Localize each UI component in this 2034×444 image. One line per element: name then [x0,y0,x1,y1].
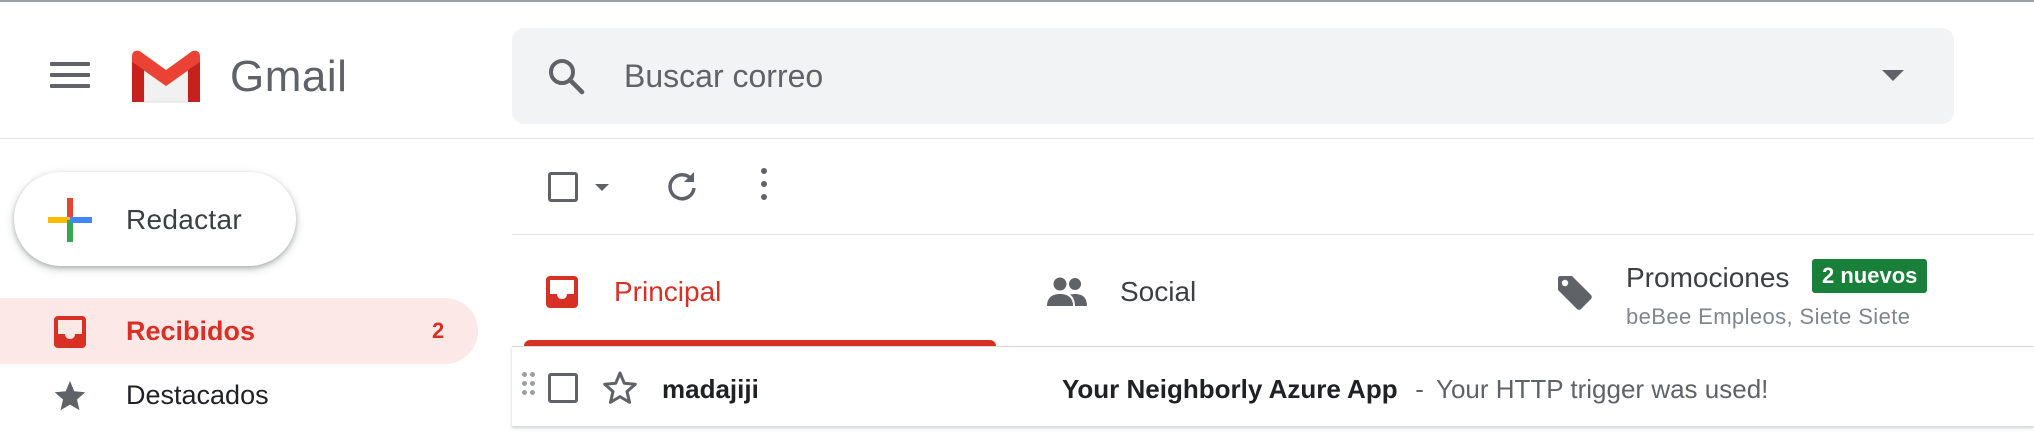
toolbar-divider [512,234,2034,235]
dot [530,372,535,377]
new-count-badge: 2 nuevos [1812,259,1928,293]
select-all-checkbox[interactable] [548,172,578,202]
email-checkbox[interactable] [548,373,578,403]
tab-label: Principal [614,276,722,307]
star-icon [54,381,86,411]
dot [522,372,527,377]
email-subject: Your Neighborly Azure App [1062,374,1398,404]
menu-icon-bar [50,73,90,77]
email-sender: madajiji [662,374,759,404]
dot [761,181,767,187]
select-options-caret-icon[interactable] [595,184,609,191]
dot [530,381,535,386]
inbox-icon [54,316,86,348]
email-snippet: Your HTTP trigger was used! [1436,374,1769,404]
star-icon[interactable] [602,370,638,406]
menu-icon-bar [50,84,90,88]
tab-label: Promociones [1626,262,1790,293]
dot [530,390,535,395]
tab-label: Social [1120,276,1197,307]
tab-senders-preview: beBee Empleos, Siete Siete [1626,304,1911,329]
dot [522,381,527,386]
sidebar-item-starred[interactable]: Destacados [126,380,269,411]
tag-icon [1558,276,1592,310]
search-input[interactable] [624,48,1824,104]
menu-icon-bar [50,62,90,66]
drag-handle-icon[interactable] [522,372,536,402]
more-vert-icon[interactable] [758,168,770,208]
refresh-icon[interactable] [664,168,700,204]
search-options-caret-icon[interactable] [1882,70,1904,81]
app-name: Gmail [230,52,348,101]
tab-principal[interactable] [512,240,1002,346]
email-separator: - [1408,374,1432,404]
compose-label: Redactar [126,204,243,235]
sidebar-item-label: Recibidos [126,316,256,346]
inbox-icon [546,276,578,308]
unread-count: 2 [432,318,445,343]
header-divider [0,138,2034,139]
main-menu-button[interactable] [50,62,90,92]
window-top-border [0,0,2034,2]
gmail-logo[interactable] [128,48,204,106]
dot [761,168,767,174]
search-icon[interactable] [546,56,586,96]
plus-icon [48,198,92,242]
dot [522,390,527,395]
people-icon [1047,277,1087,306]
tab-social[interactable] [1020,240,1510,346]
dot [761,194,767,200]
